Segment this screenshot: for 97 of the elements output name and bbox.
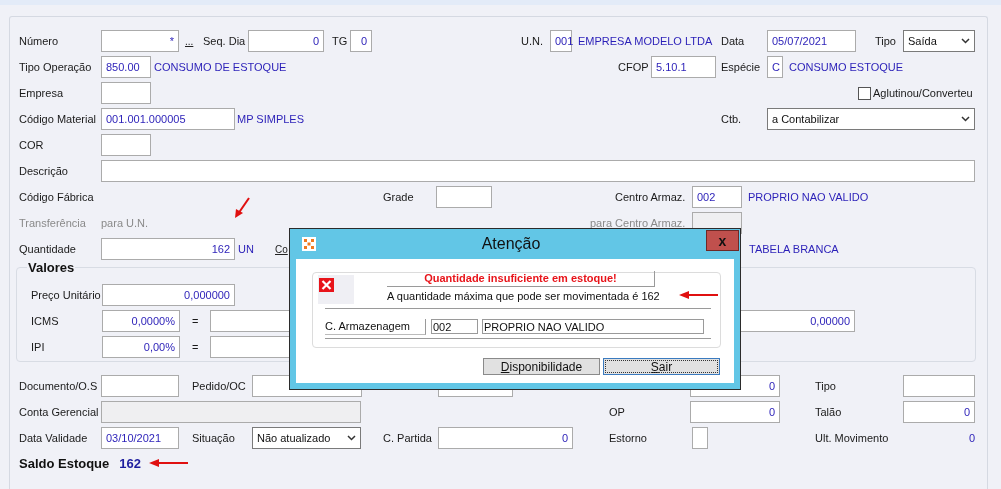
- chevron-icon: [347, 435, 356, 441]
- field-label: =: [192, 315, 199, 327]
- lookup-link[interactable]: ...: [185, 35, 194, 47]
- input-field[interactable]: [101, 375, 179, 397]
- field-label: Situação: [192, 432, 235, 444]
- field-label: Quantidade: [19, 243, 76, 255]
- input-field[interactable]: 001.001.000005: [101, 108, 235, 130]
- field-label: Transferência: [19, 217, 86, 229]
- app-icon: [302, 237, 316, 251]
- code-field: 002: [431, 319, 478, 334]
- input-field[interactable]: 5.10.1: [651, 56, 716, 78]
- field-label: ICMS: [31, 315, 59, 327]
- input-field[interactable]: [101, 160, 975, 182]
- chevron-icon: [961, 116, 970, 122]
- dropdown[interactable]: a Contabilizar: [767, 108, 975, 130]
- input-field[interactable]: [101, 82, 151, 104]
- input-field[interactable]: 0: [438, 427, 573, 449]
- error-message: A quantidade máxima que pode ser movimentada é 162: [387, 290, 660, 302]
- input-field[interactable]: 162: [101, 238, 235, 260]
- field-label: IPI: [31, 341, 45, 353]
- field-label: Pedido/OC: [192, 380, 246, 392]
- annotation-arrow: [679, 290, 719, 300]
- description-text: TABELA BRANCA: [749, 243, 839, 255]
- field-label: Grade: [383, 191, 414, 203]
- field-label: Documento/O.S: [19, 380, 98, 392]
- input-field[interactable]: [436, 186, 492, 208]
- checkbox[interactable]: [858, 86, 871, 100]
- group-title: Valores: [27, 260, 76, 275]
- field-label: COR: [19, 139, 44, 151]
- field-label: U.N.: [521, 35, 543, 47]
- field-label: Data: [721, 35, 745, 47]
- field-label: Preço Unitário: [31, 289, 101, 301]
- field-label: Código Material: [19, 113, 97, 125]
- input-field[interactable]: 850.00: [101, 56, 151, 78]
- field-label: Estorno: [609, 432, 647, 444]
- lookup-link[interactable]: Co: [275, 243, 288, 255]
- field-label: Tipo Operação: [19, 61, 92, 73]
- field-label: TG: [332, 35, 348, 47]
- field-label: =: [192, 341, 199, 353]
- field-label: C. Armazenagem: [325, 319, 426, 335]
- field-label: Tipo: [875, 35, 896, 47]
- input-field[interactable]: 0: [350, 30, 372, 52]
- field-label: Ctb.: [721, 113, 742, 125]
- input-field[interactable]: [692, 427, 708, 449]
- input-field[interactable]: 0,00%: [102, 336, 180, 358]
- name-field: PROPRIO NAO VALIDO: [482, 319, 704, 334]
- dialog-title: Atenção: [480, 234, 542, 254]
- input-field[interactable]: 0: [248, 30, 324, 52]
- description-text: MP SIMPLES: [237, 113, 305, 125]
- field-label: C. Partida: [383, 432, 432, 444]
- input-field[interactable]: 0: [903, 401, 975, 423]
- field-label: Espécie: [721, 61, 761, 73]
- field-label: Ult. Movimento: [815, 432, 889, 444]
- dialog-button[interactable]: Disponibilidade: [483, 358, 600, 375]
- input-field[interactable]: 0,0000%: [102, 310, 180, 332]
- close-button[interactable]: x: [706, 230, 739, 251]
- field-label: Código Fábrica: [19, 191, 94, 203]
- field-label: OP: [609, 406, 625, 418]
- input-field[interactable]: *: [101, 30, 179, 52]
- field-label: para Centro Armaz.: [590, 217, 686, 229]
- dropdown[interactable]: Saída: [903, 30, 975, 52]
- description-text: CONSUMO DE ESTOQUE: [154, 61, 287, 73]
- field-label: para U.N.: [101, 217, 149, 229]
- field-label: Talão: [815, 406, 842, 418]
- field-label: Número: [19, 35, 59, 47]
- checkbox-label: Aglutinou/Converteu: [873, 87, 973, 99]
- stock-value: 162: [119, 455, 141, 471]
- error-icon: [318, 275, 354, 304]
- field-label: Tipo: [815, 380, 836, 392]
- field-label: Conta Gerencial: [19, 406, 99, 418]
- field-label: CFOP: [618, 61, 649, 73]
- chevron-icon: [961, 38, 970, 44]
- input-field[interactable]: 001: [550, 30, 572, 52]
- input-field[interactable]: 05/07/2021: [767, 30, 856, 52]
- field-label: Empresa: [19, 87, 64, 99]
- input-field[interactable]: [903, 375, 975, 397]
- dialog-button[interactable]: Sair: [603, 358, 720, 375]
- input-field[interactable]: 0,000000: [102, 284, 235, 306]
- field-label: Descrição: [19, 165, 68, 177]
- field-label: Data Validade: [19, 432, 88, 444]
- annotation-arrow: [149, 458, 189, 468]
- input-field[interactable]: C: [767, 56, 783, 78]
- description-text: PROPRIO NAO VALIDO: [748, 191, 869, 203]
- error-heading: Quantidade insuficiente em estoque!: [387, 271, 655, 287]
- input-field[interactable]: 002: [692, 186, 742, 208]
- description-text: UN: [238, 243, 254, 255]
- field-label: Seq. Dia: [203, 35, 246, 47]
- input-field[interactable]: 03/10/2021: [101, 427, 179, 449]
- dropdown[interactable]: Não atualizado: [252, 427, 361, 449]
- description-text: 0: [968, 432, 975, 444]
- annotation-arrow: [233, 196, 251, 220]
- input-field[interactable]: 0: [690, 401, 780, 423]
- field-label: Centro Armaz.: [615, 191, 686, 203]
- description-text: EMPRESA MODELO LTDA: [578, 35, 713, 47]
- field-label: Saldo Estoque: [19, 455, 110, 471]
- input-field[interactable]: [101, 134, 151, 156]
- description-text: CONSUMO ESTOQUE: [789, 61, 904, 73]
